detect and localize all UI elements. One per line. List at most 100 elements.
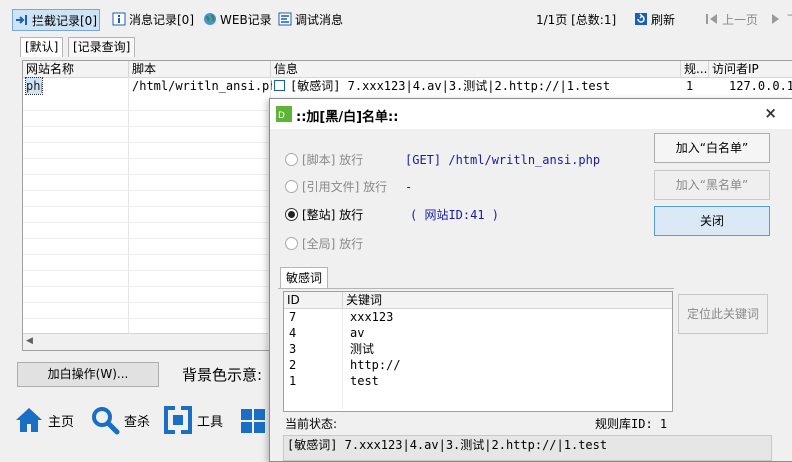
svg-text:D: D xyxy=(278,111,285,121)
keyword-id: 1 xyxy=(289,374,297,388)
prev-page-button[interactable]: 上一页 xyxy=(705,9,758,29)
status-text-box: [敏感词] 7.xxx123|4.av|3.测试|2.http://|1.tes… xyxy=(283,435,772,461)
main-toolbar: 拦截记录[0] 消息记录[0] WEB记录 调试消息 1/1页 [总数:1] 刷… xyxy=(0,0,792,36)
row-divider xyxy=(23,158,268,159)
refresh-label: 刷新 xyxy=(651,12,676,27)
col-info[interactable]: 信息 xyxy=(271,61,681,77)
keyword-word: xxx123 xyxy=(350,310,394,324)
radio-icon xyxy=(285,153,298,166)
debug-message-button[interactable]: 调试消息 xyxy=(278,9,343,29)
col-script[interactable]: 脚本 xyxy=(129,61,271,77)
row-divider xyxy=(23,222,268,223)
debug-message-label: 调试消息 xyxy=(295,12,344,27)
option-label: [全局] 放行 xyxy=(302,237,364,251)
option-include-file-allow[interactable]: [引用文件] 放行 - xyxy=(285,178,412,195)
column-divider xyxy=(342,309,343,409)
header-filler xyxy=(646,292,672,309)
keyword-table[interactable]: ID 关键词 7 xxx123 4 av 3 测试 2 http:// 1 test xyxy=(283,291,673,412)
web-log-button[interactable]: WEB记录 xyxy=(203,9,272,29)
log-table-header: 网站名称 脚本 信息 规... 访问者IP xyxy=(23,61,792,78)
keyword-id: 4 xyxy=(289,326,297,340)
row-divider xyxy=(23,206,268,207)
intercept-log-label: 拦截记录[0] xyxy=(32,13,97,28)
row-divider xyxy=(23,110,268,111)
keyword-id: 7 xyxy=(289,310,297,324)
page-info: 1/1页 [总数:1] xyxy=(536,12,617,27)
dialog-title: ::加[黑/白]名单:: xyxy=(296,110,399,125)
nav-home[interactable]: 主页 xyxy=(14,405,74,435)
web-log-label: WEB记录 xyxy=(220,12,272,27)
keyword-id: 2 xyxy=(289,358,297,372)
row-divider xyxy=(23,318,268,319)
row-divider xyxy=(23,254,268,255)
radio-icon xyxy=(285,237,298,250)
horizontal-scrollbar[interactable]: ◀ xyxy=(23,333,268,350)
next-arrow-icon xyxy=(772,14,779,24)
nav-tools[interactable]: 工具 xyxy=(163,405,223,435)
whitelist-operation-button[interactable]: 加白操作(W)... xyxy=(17,362,159,387)
home-icon xyxy=(16,408,42,432)
option-global-allow[interactable]: [全局] 放行 xyxy=(285,235,363,252)
scroll-left-icon[interactable]: ◀ xyxy=(26,336,33,346)
option-label: [整站] 放行 xyxy=(302,208,364,222)
globe-icon xyxy=(204,13,216,25)
cell-info-text: [敏感词] 7.xxx123|4.av|3.测试|2.http://|1.tes… xyxy=(290,79,611,93)
option-site-allow[interactable]: [整站] 放行 ( 网站ID:41 ) xyxy=(285,206,499,223)
option-value: [GET] /html/writln_ansi.php xyxy=(405,152,601,167)
nav-tools-label: 工具 xyxy=(197,414,224,430)
keyword-word: 测试 xyxy=(350,342,375,356)
prev-arrow-icon xyxy=(706,14,717,24)
row-divider xyxy=(23,142,268,143)
tab-divider xyxy=(278,288,674,289)
message-log-button[interactable]: 消息记录[0] xyxy=(112,9,194,29)
col-id[interactable]: ID xyxy=(284,292,343,309)
cell-info: [敏感词] 7.xxx123|4.av|3.测试|2.http://|1.tes… xyxy=(271,78,682,94)
col-visitor-ip[interactable]: 访问者IP xyxy=(709,61,792,77)
grid-icon xyxy=(241,409,265,433)
next-page-label: 下 xyxy=(787,11,792,28)
col-rule[interactable]: 规... xyxy=(681,61,709,77)
row-divider xyxy=(23,270,268,271)
locate-keyword-button[interactable]: 定位此关键词 xyxy=(678,294,768,334)
next-page-button[interactable]: 下 xyxy=(770,9,792,29)
keyword-id: 3 xyxy=(289,342,297,356)
rule-db-id: 规则库ID: 1 xyxy=(595,417,668,431)
cell-site: php xyxy=(25,77,43,95)
nav-scan[interactable]: 查杀 xyxy=(90,405,150,435)
cell-rule: 1 xyxy=(686,79,694,93)
info-icon xyxy=(112,12,126,26)
refresh-icon xyxy=(635,13,647,25)
tab-default[interactable]: [默认] xyxy=(20,37,64,57)
row-divider xyxy=(23,126,268,127)
tab-sensitive-words[interactable]: 敏感词 xyxy=(280,267,329,289)
tab-record-query[interactable]: [记录查询] xyxy=(68,37,136,57)
row-divider xyxy=(23,238,268,239)
current-status-label: 当前状态: xyxy=(285,417,338,431)
option-value: ( 网站ID:41 ) xyxy=(410,208,500,222)
tools-icon xyxy=(164,405,192,435)
prev-page-label: 上一页 xyxy=(722,12,759,27)
table-row[interactable]: php /html/writln_ansi.php [敏感词] 7.xxx123… xyxy=(23,77,792,95)
nav-home-label: 主页 xyxy=(48,414,75,430)
row-divider xyxy=(23,302,268,303)
option-script-allow[interactable]: [脚本] 放行 [GET] /html/writln_ansi.php xyxy=(285,151,600,168)
arrow-in-icon xyxy=(16,15,27,25)
row-divider xyxy=(23,190,268,191)
cell-ip: 127.0.0.1 xyxy=(729,79,792,93)
radio-icon xyxy=(285,180,298,193)
add-blacklist-button[interactable]: 加入“黑名单” xyxy=(654,170,770,200)
row-divider xyxy=(23,286,268,287)
option-label: [脚本] 放行 xyxy=(302,153,364,167)
add-whitelist-button[interactable]: 加入“白名单” xyxy=(654,133,770,163)
col-site-name[interactable]: 网站名称 xyxy=(23,61,129,77)
magnifier-icon xyxy=(92,407,120,435)
radio-selected-icon xyxy=(285,208,298,221)
nav-more[interactable] xyxy=(240,408,268,439)
intercept-log-button[interactable]: 拦截记录[0] xyxy=(12,9,100,31)
refresh-button[interactable]: 刷新 xyxy=(634,9,675,29)
close-icon[interactable]: × xyxy=(764,104,777,122)
debug-icon xyxy=(278,12,292,26)
dialog-title-bar: D ::加[黑/白]名单:: × xyxy=(270,99,792,129)
col-keyword[interactable]: 关键词 xyxy=(343,292,647,309)
dialog-close-button[interactable]: 关闭 xyxy=(654,206,770,236)
